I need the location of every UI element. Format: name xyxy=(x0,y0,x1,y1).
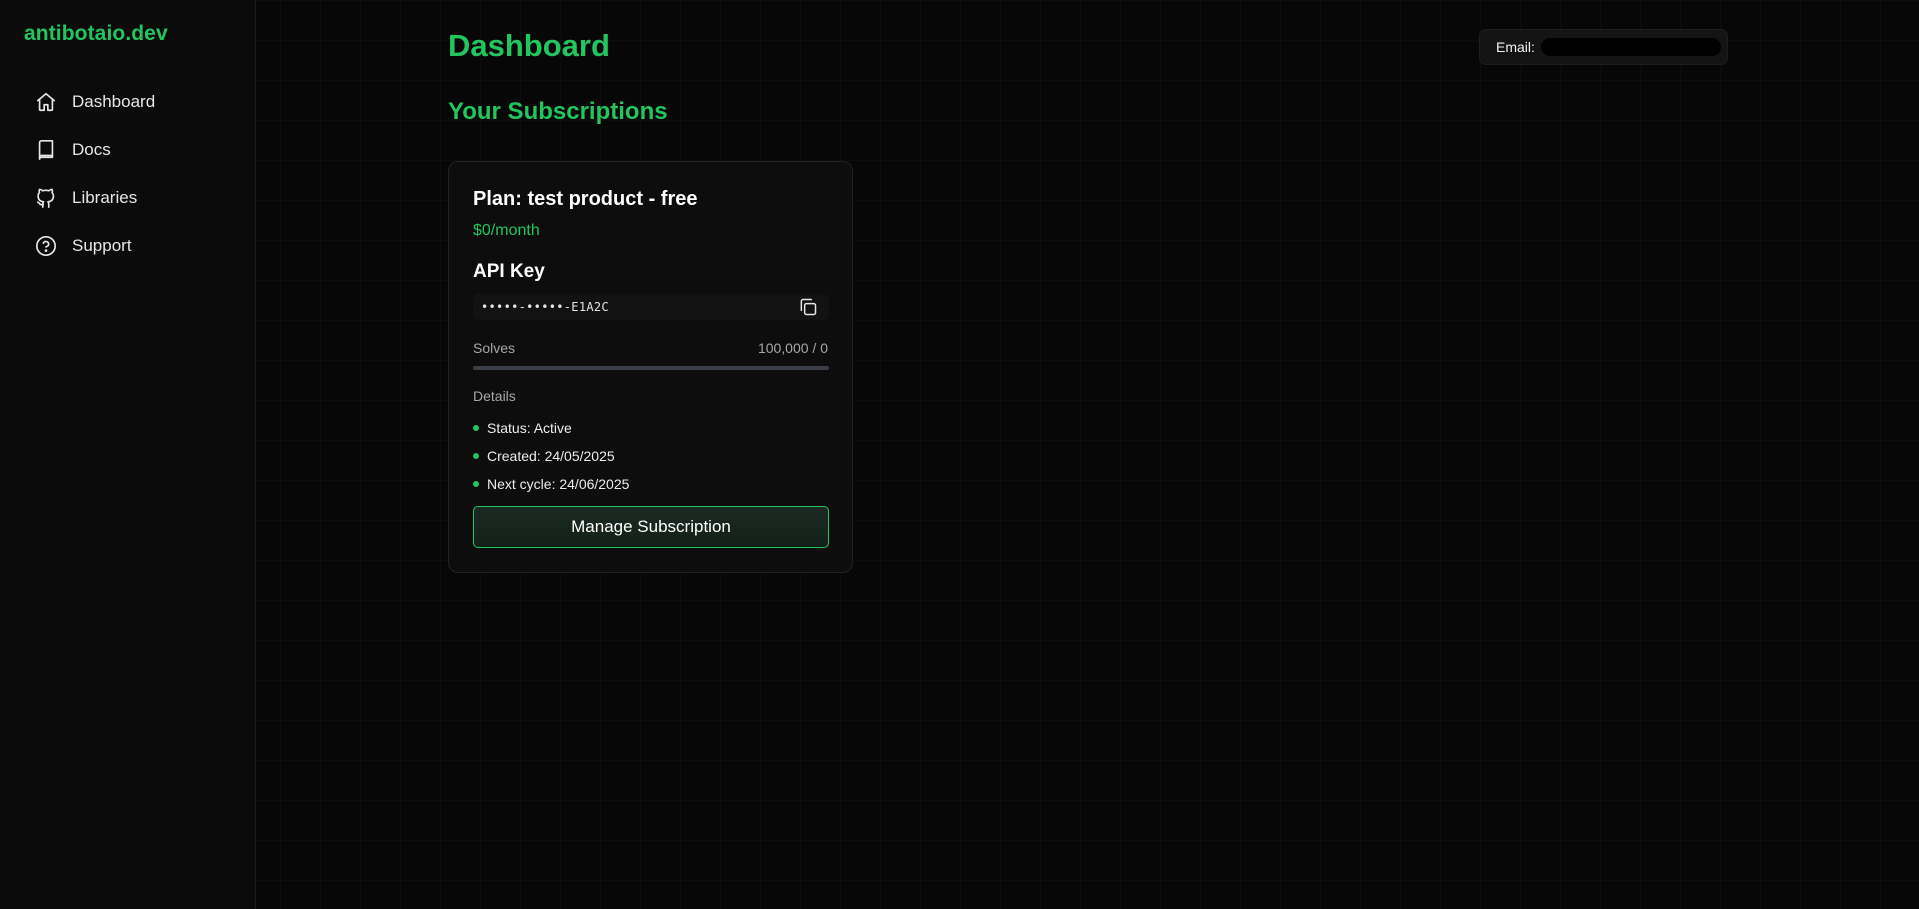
solves-progress-bar xyxy=(473,366,829,370)
page-title: Dashboard xyxy=(448,28,610,63)
details-label: Details xyxy=(473,388,516,404)
copy-icon xyxy=(800,298,817,316)
copy-api-key-button[interactable] xyxy=(797,296,819,318)
bullet-dot-icon xyxy=(473,425,479,431)
brand-logo[interactable]: antibotaio.dev xyxy=(24,22,168,46)
book-icon xyxy=(34,138,58,162)
sidebar-item-label: Dashboard xyxy=(72,92,156,111)
solves-value: 100,000 / 0 xyxy=(757,340,828,356)
api-key-field: •••••-•••••-E1A2C xyxy=(473,294,829,320)
home-icon xyxy=(34,90,58,114)
email-display: Email: xyxy=(1479,29,1728,65)
email-label: Email: xyxy=(1496,39,1535,55)
detail-next-cycle: Next cycle: 24/06/2025 xyxy=(473,470,629,498)
subscription-card: Plan: test product - free $0/month API K… xyxy=(448,161,853,573)
detail-text: Created: 24/05/2025 xyxy=(487,448,615,464)
sidebar-item-label: Docs xyxy=(72,140,111,159)
sidebar-item-support[interactable]: Support xyxy=(24,228,234,264)
help-circle-icon xyxy=(34,234,58,258)
solves-label: Solves xyxy=(473,340,516,356)
plan-price: $0/month xyxy=(473,222,540,239)
sidebar-item-label: Support xyxy=(72,236,132,255)
bullet-dot-icon xyxy=(473,453,479,459)
plan-title: Plan: test product - free xyxy=(473,188,698,210)
bullet-dot-icon xyxy=(473,481,479,487)
sidebar-item-libraries[interactable]: Libraries xyxy=(24,180,234,216)
github-icon xyxy=(34,186,58,210)
detail-text: Status: Active xyxy=(487,420,572,436)
manage-subscription-button[interactable]: Manage Subscription xyxy=(473,506,829,548)
detail-text: Next cycle: 24/06/2025 xyxy=(487,476,630,492)
api-key-label: API Key xyxy=(473,261,545,282)
sidebar-item-docs[interactable]: Docs xyxy=(24,132,234,168)
sidebar-item-label: Libraries xyxy=(72,188,138,207)
sidebar-item-dashboard[interactable]: Dashboard xyxy=(24,84,234,120)
email-redacted-value xyxy=(1540,38,1721,56)
sidebar-nav: Dashboard Docs Libraries Support xyxy=(24,84,234,276)
detail-created: Created: 24/05/2025 xyxy=(473,442,629,470)
sidebar: antibotaio.dev Dashboard Docs Libraries … xyxy=(0,0,256,909)
app-root: antibotaio.dev Dashboard Docs Libraries … xyxy=(0,0,1919,909)
section-title-subscriptions: Your Subscriptions xyxy=(448,98,668,125)
detail-status: Status: Active xyxy=(473,414,629,442)
api-key-value[interactable]: •••••-•••••-E1A2C xyxy=(481,300,609,314)
details-list: Status: Active Created: 24/05/2025 Next … xyxy=(473,414,629,498)
